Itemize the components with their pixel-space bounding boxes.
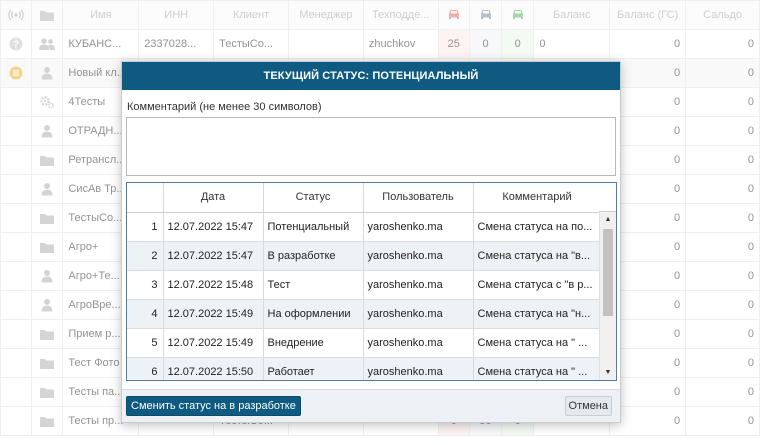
cell-index: 2: [127, 241, 164, 271]
status-history-grid: Дата Статус Пользователь Комментарий 1 12…: [126, 182, 617, 381]
cell-date: 12.07.2022 15:49: [163, 328, 264, 358]
dialog-title: ТЕКУЩИЙ СТАТУС: ПОТЕНЦИАЛЬНЫЙ: [122, 62, 620, 90]
cell-index: 3: [127, 270, 164, 300]
cell-date: 12.07.2022 15:48: [163, 270, 264, 300]
cell-user: yaroshenko.ma: [363, 212, 474, 242]
cell-user: yaroshenko.ma: [363, 328, 474, 358]
col-header-index: [127, 183, 164, 213]
comment-label: Комментарий (не менее 30 символов): [127, 101, 322, 113]
status-dialog: ТЕКУЩИЙ СТАТУС: ПОТЕНЦИАЛЬНЫЙ Комментари…: [121, 61, 621, 423]
cell-status: Внедрение: [263, 328, 364, 358]
cell-comment: Смена статуса с "в р...: [473, 270, 602, 300]
cell-date: 12.07.2022 15:49: [163, 299, 264, 329]
cell-date: 12.07.2022 15:50: [163, 357, 264, 380]
scroll-down-arrow-icon[interactable]: ▼: [600, 365, 616, 380]
comment-input[interactable]: [126, 117, 616, 176]
grid-header-row: Дата Статус Пользователь Комментарий: [127, 183, 602, 213]
col-header-status[interactable]: Статус: [263, 183, 364, 213]
status-history-table: Дата Статус Пользователь Комментарий 1 12…: [127, 183, 602, 380]
cell-comment: Смена статуса на " ...: [473, 328, 602, 358]
cell-date: 12.07.2022 15:47: [163, 212, 264, 242]
cell-status: На оформлении: [263, 299, 364, 329]
cell-index: 5: [127, 328, 164, 358]
cell-status: Тест: [263, 270, 364, 300]
scroll-up-arrow-icon[interactable]: ▲: [600, 212, 616, 227]
dialog-footer: Сменить статус на в разработке Отмена: [122, 389, 620, 422]
cell-index: 4: [127, 299, 164, 329]
cell-index: 1: [127, 212, 164, 242]
cell-status: В разработке: [263, 241, 364, 271]
history-row[interactable]: 1 12.07.2022 15:47 Потенциальный yaroshenko…: [127, 212, 602, 242]
cell-user: yaroshenko.ma: [363, 299, 474, 329]
cell-index: 6: [127, 357, 164, 380]
cell-comment: Смена статуса на "в...: [473, 241, 602, 271]
col-header-date[interactable]: Дата: [163, 183, 264, 213]
grid-scrollbar[interactable]: ▲ ▼: [599, 212, 616, 380]
grid-header-filler: [599, 183, 616, 212]
cell-user: yaroshenko.ma: [363, 270, 474, 300]
cell-user: yaroshenko.ma: [363, 241, 474, 271]
cell-status: Потенциальный: [263, 212, 364, 242]
history-row[interactable]: 5 12.07.2022 15:49 Внедрение yaroshenko.ma С…: [127, 328, 602, 358]
cell-comment: Смена статуса на " ...: [473, 357, 602, 380]
cancel-button[interactable]: Отмена: [564, 396, 612, 416]
cell-comment: Смена статуса на по...: [473, 212, 602, 242]
col-header-comment[interactable]: Комментарий: [473, 183, 602, 213]
change-status-button[interactable]: Сменить статус на в разработке: [126, 396, 301, 416]
history-row[interactable]: 3 12.07.2022 15:48 Тест yaroshenko.ma Смена …: [127, 270, 602, 300]
history-row[interactable]: 6 12.07.2022 15:50 Работает yaroshenko.ma См…: [127, 357, 602, 380]
cell-date: 12.07.2022 15:47: [163, 241, 264, 271]
cell-status: Работает: [263, 357, 364, 380]
cell-user: yaroshenko.ma: [363, 357, 474, 380]
cell-comment: Смена статуса на "н...: [473, 299, 602, 329]
col-header-user[interactable]: Пользователь: [363, 183, 474, 213]
history-row[interactable]: 2 12.07.2022 15:47 В разработке yaroshenko.…: [127, 241, 602, 271]
history-row[interactable]: 4 12.07.2022 15:49 На оформлении yaroshenko…: [127, 299, 602, 329]
scroll-thumb[interactable]: [603, 229, 613, 316]
